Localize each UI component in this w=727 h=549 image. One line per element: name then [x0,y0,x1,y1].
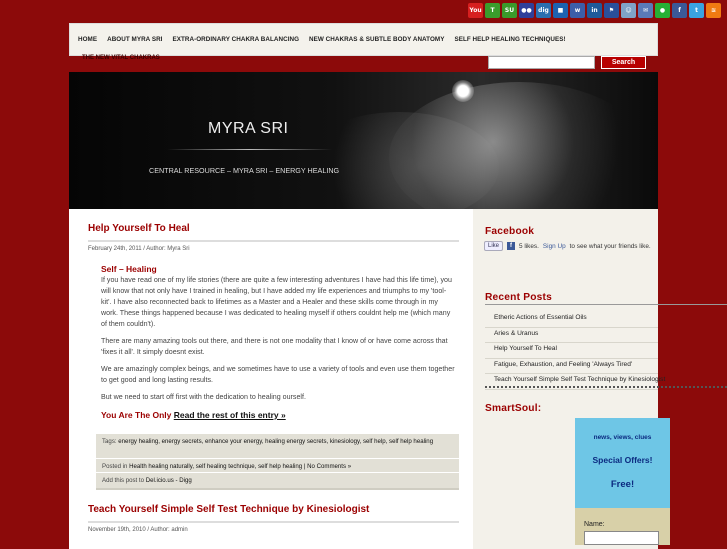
post-meta: November 19th, 2010 / Author: admin [88,527,188,533]
fb-signup-link[interactable]: Sign Up [543,243,566,250]
share-links[interactable]: Del.icio.us - Digg [146,477,192,484]
main-content: Help Yourself To Heal February 24th, 201… [69,209,473,549]
facebook-heading: Facebook [485,226,535,237]
post-tags: Tags: energy healing, energy secrets, en… [96,433,459,458]
post-categories: Posted in Health healing naturally, self… [96,458,459,472]
read-more-prefix: You Are The Only [101,410,172,420]
post-title[interactable]: Help Yourself To Heal [88,223,190,234]
smartsoul-line1: news, views, clues [593,434,652,441]
nav-self-help[interactable]: SELF HELP HEALING TECHNIQUES! [454,36,565,43]
flickr-icon[interactable]: ●● [519,3,534,18]
post-divider [88,521,459,523]
name-field[interactable] [584,531,659,545]
tags-label: Tags: [102,438,117,445]
social-icons-bar: You T SU ●● dig ■ w in ⚑ ☺ ✉ ● f t ≋ [468,3,721,18]
nav-home[interactable]: HOME [78,36,97,43]
nav-chakra-balancing[interactable]: EXTRA-ORDINARY CHAKRA BALANCING [172,36,299,43]
section-divider [485,386,727,390]
post-subheading: Self – Healing [101,264,157,274]
read-more-link[interactable]: Read the rest of this entry » [174,410,286,420]
youtube-icon[interactable]: You [468,3,483,18]
post-paragraph: We are amazingly complex beings, and we … [101,365,455,384]
delicious-icon[interactable]: ■ [553,3,568,18]
friendfeed-icon[interactable]: ✉ [638,3,653,18]
twitter-icon[interactable]: t [689,3,704,18]
recent-post-link[interactable]: Fatigue, Exhaustion, and Feeling 'Always… [485,359,658,374]
smartsoul-signup-box: news, views, clues Special Offers! Free!… [575,418,670,545]
fb-like-count: 5 likes. [519,242,539,250]
search-input[interactable] [488,56,595,69]
rss-icon[interactable]: ≋ [706,3,721,18]
recent-post-link[interactable]: Help Yourself To Heal [485,343,658,359]
recent-posts-heading: Recent Posts [485,292,552,303]
title-divider [167,149,332,150]
nav-about[interactable]: ABOUT MYRA SRI [107,36,162,43]
fb-like-text: to see what your friends like. [569,242,651,250]
technorati-icon[interactable]: T [485,3,500,18]
smartsoul-line3: Free! [610,479,635,490]
nav-new-chakras[interactable]: NEW CHAKRAS & SUBTLE BODY ANATOMY [309,36,444,43]
smartsoul-line2: Special Offers! [592,455,653,465]
post-share: Add this post to Del.icio.us - Digg [96,472,459,490]
stumbleupon-icon[interactable]: SU [502,3,517,18]
category-links[interactable]: Health healing naturally, self healing t… [129,463,302,470]
name-label: Name: [584,521,605,528]
mixx-icon[interactable]: w [570,3,585,18]
posted-label: Posted in [102,463,128,470]
section-divider [485,304,727,307]
post-paragraph: If you have read one of my life stories … [101,276,452,328]
fb-like-button[interactable]: Like [484,241,504,251]
recent-posts-list: Etheric Actions of Essential Oils Aries … [485,312,665,390]
smartsoul-heading: SmartSoul: [485,403,542,414]
header-cloud [389,82,649,209]
post-paragraph: There are many amazing tools out there, … [101,337,448,356]
tags-links[interactable]: energy healing, energy secrets, enhance … [118,438,433,445]
linkedin-icon[interactable]: in [587,3,602,18]
recent-post-link[interactable]: Aries & Uranus [485,328,658,343]
post-meta: February 24th, 2011 / Author: Myra Sri [88,246,190,252]
facebook-icon: f [507,242,516,250]
chat-icon[interactable]: ● [655,3,670,18]
facebook-icon[interactable]: f [672,3,687,18]
post-paragraph: But we need to start off first with the … [101,393,306,401]
post-title[interactable]: Teach Yourself Simple Self Test Techniqu… [88,504,369,515]
recent-post-link[interactable]: Etheric Actions of Essential Oils [485,312,658,328]
search-button[interactable]: Search [601,56,646,69]
post-divider [88,240,459,242]
share-label: Add this post to [102,477,145,484]
comments-link[interactable]: | No Comments » [304,463,351,470]
reddit-icon[interactable]: ☺ [621,3,636,18]
site-title[interactable]: MYRA SRI [208,120,288,138]
header-moon [452,80,474,102]
myspace-icon[interactable]: ⚑ [604,3,619,18]
nav-vital-chakras[interactable]: THE NEW VITAL CHAKRAS [82,55,160,61]
facebook-like-widget: Like f 5 likes. Sign Up to see what your… [484,241,651,251]
digg-icon[interactable]: dig [536,3,551,18]
site-tagline: CENTRAL RESOURCE – MYRA SRI – ENERGY HEA… [149,166,340,175]
main-nav: HOME ABOUT MYRA SRI EXTRA-ORDINARY CHAKR… [69,23,658,56]
site-header: MYRA SRI CENTRAL RESOURCE – MYRA SRI – E… [69,72,658,209]
read-more: You Are The Only Read the rest of this e… [101,410,286,420]
